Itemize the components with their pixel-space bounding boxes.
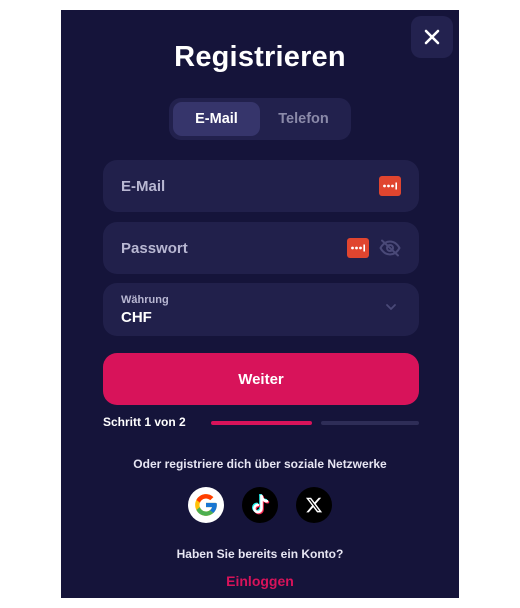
modal-title: Registrieren [174,41,346,73]
register-modal: Registrieren E-Mail Telefon E-Mail Passw… [61,10,459,598]
step-progress: Schritt 1 von 2 [103,415,419,431]
currency-select[interactable]: Währung CHF [103,283,419,336]
password-field[interactable]: Passwort [103,222,419,274]
tiktok-signup-button[interactable] [242,487,278,523]
social-buttons [61,487,459,523]
currency-value: CHF [121,308,152,326]
google-signup-button[interactable] [188,487,224,523]
currency-label: Währung [121,293,169,306]
continue-button[interactable]: Weiter [103,353,419,405]
chevron-down-icon [386,304,396,310]
tiktok-icon [252,494,270,515]
signup-method-tabs: E-Mail Telefon [169,98,351,140]
x-signup-button[interactable] [296,487,332,523]
eye-off-icon[interactable] [379,239,401,257]
step-1-bar [211,421,312,425]
email-field-label: E-Mail [121,177,166,195]
step-2-bar [321,421,419,425]
social-signup-prompt: Oder registriere dich über soziale Netzw… [133,457,387,471]
step-text: Schritt 1 von 2 [103,415,186,429]
tab-email[interactable]: E-Mail [173,102,260,136]
tab-phone[interactable]: Telefon [260,102,347,136]
google-icon [195,494,217,516]
login-link[interactable]: Einloggen [61,573,459,589]
password-manager-icon[interactable] [347,238,369,258]
x-icon [305,497,323,513]
email-field[interactable]: E-Mail [103,160,419,212]
password-manager-icon[interactable] [379,176,401,196]
have-account-text: Haben Sie bereits ein Konto? [176,547,344,561]
password-field-label: Passwort [121,239,188,257]
